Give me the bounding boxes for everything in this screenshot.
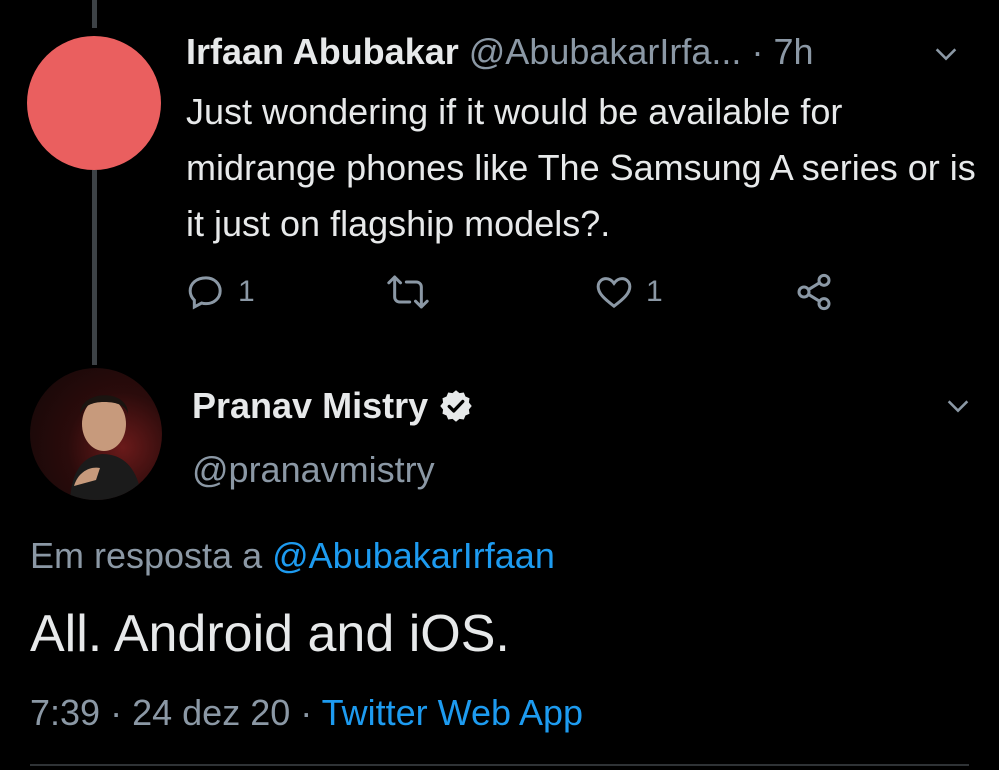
thread-line-connector	[92, 170, 97, 365]
thread-line-top	[92, 0, 97, 28]
tweet2-chevron-down-icon[interactable]	[944, 392, 972, 420]
like-count: 1	[646, 275, 663, 308]
share-button[interactable]	[794, 264, 834, 320]
like-button[interactable]: 1	[594, 264, 663, 320]
avatar-irfaan[interactable]	[27, 36, 161, 170]
tweet1-action-bar: 1 1	[186, 264, 886, 320]
tweet2-author-handle[interactable]: @pranavmistry	[192, 444, 435, 496]
reply-icon	[188, 276, 222, 310]
avatar-pranav[interactable]	[30, 368, 162, 500]
tweet1-text: Just wondering if it would be available …	[186, 91, 976, 244]
retweet-icon	[387, 275, 429, 309]
reply-count: 1	[238, 275, 255, 308]
avatar-photo-image	[70, 395, 142, 500]
tweet1-author-handle[interactable]: @AbubakarIrfa...	[469, 31, 742, 72]
tweet2-meta: 7:39 · 24 dez 20 · Twitter Web App	[30, 688, 583, 738]
tweet1-author-name[interactable]: Irfaan Abubakar	[186, 31, 459, 72]
retweet-button[interactable]	[386, 264, 430, 320]
tweet1-header: Irfaan Abubakar @AbubakarIrfa... · 7h	[186, 28, 814, 76]
tweet2-date[interactable]: 24 dez 20	[132, 692, 290, 733]
reply-button[interactable]: 1	[186, 264, 255, 320]
tweet1-timestamp[interactable]: · 7h	[751, 31, 813, 72]
tweet1-chevron-down-icon[interactable]	[932, 40, 960, 68]
heart-icon	[596, 277, 632, 309]
meta-separator: ·	[110, 692, 123, 733]
reply-context: Em resposta a @AbubakarIrfaan	[30, 530, 555, 582]
tweet2-author-name-row: Pranav Mistry	[192, 380, 474, 432]
verified-badge-icon	[440, 390, 472, 422]
tweet2-source-link[interactable]: Twitter Web App	[322, 692, 583, 733]
tweet2-text: All. Android and iOS.	[30, 605, 510, 663]
meta-separator: ·	[300, 692, 313, 733]
reply-to-link[interactable]: @AbubakarIrfaan	[272, 535, 555, 576]
divider	[30, 764, 969, 766]
share-icon	[797, 273, 831, 311]
reply-prefix: Em resposta a	[30, 535, 263, 576]
tweet2-time[interactable]: 7:39	[30, 692, 100, 733]
tweet2-author-name[interactable]: Pranav Mistry	[192, 380, 428, 432]
